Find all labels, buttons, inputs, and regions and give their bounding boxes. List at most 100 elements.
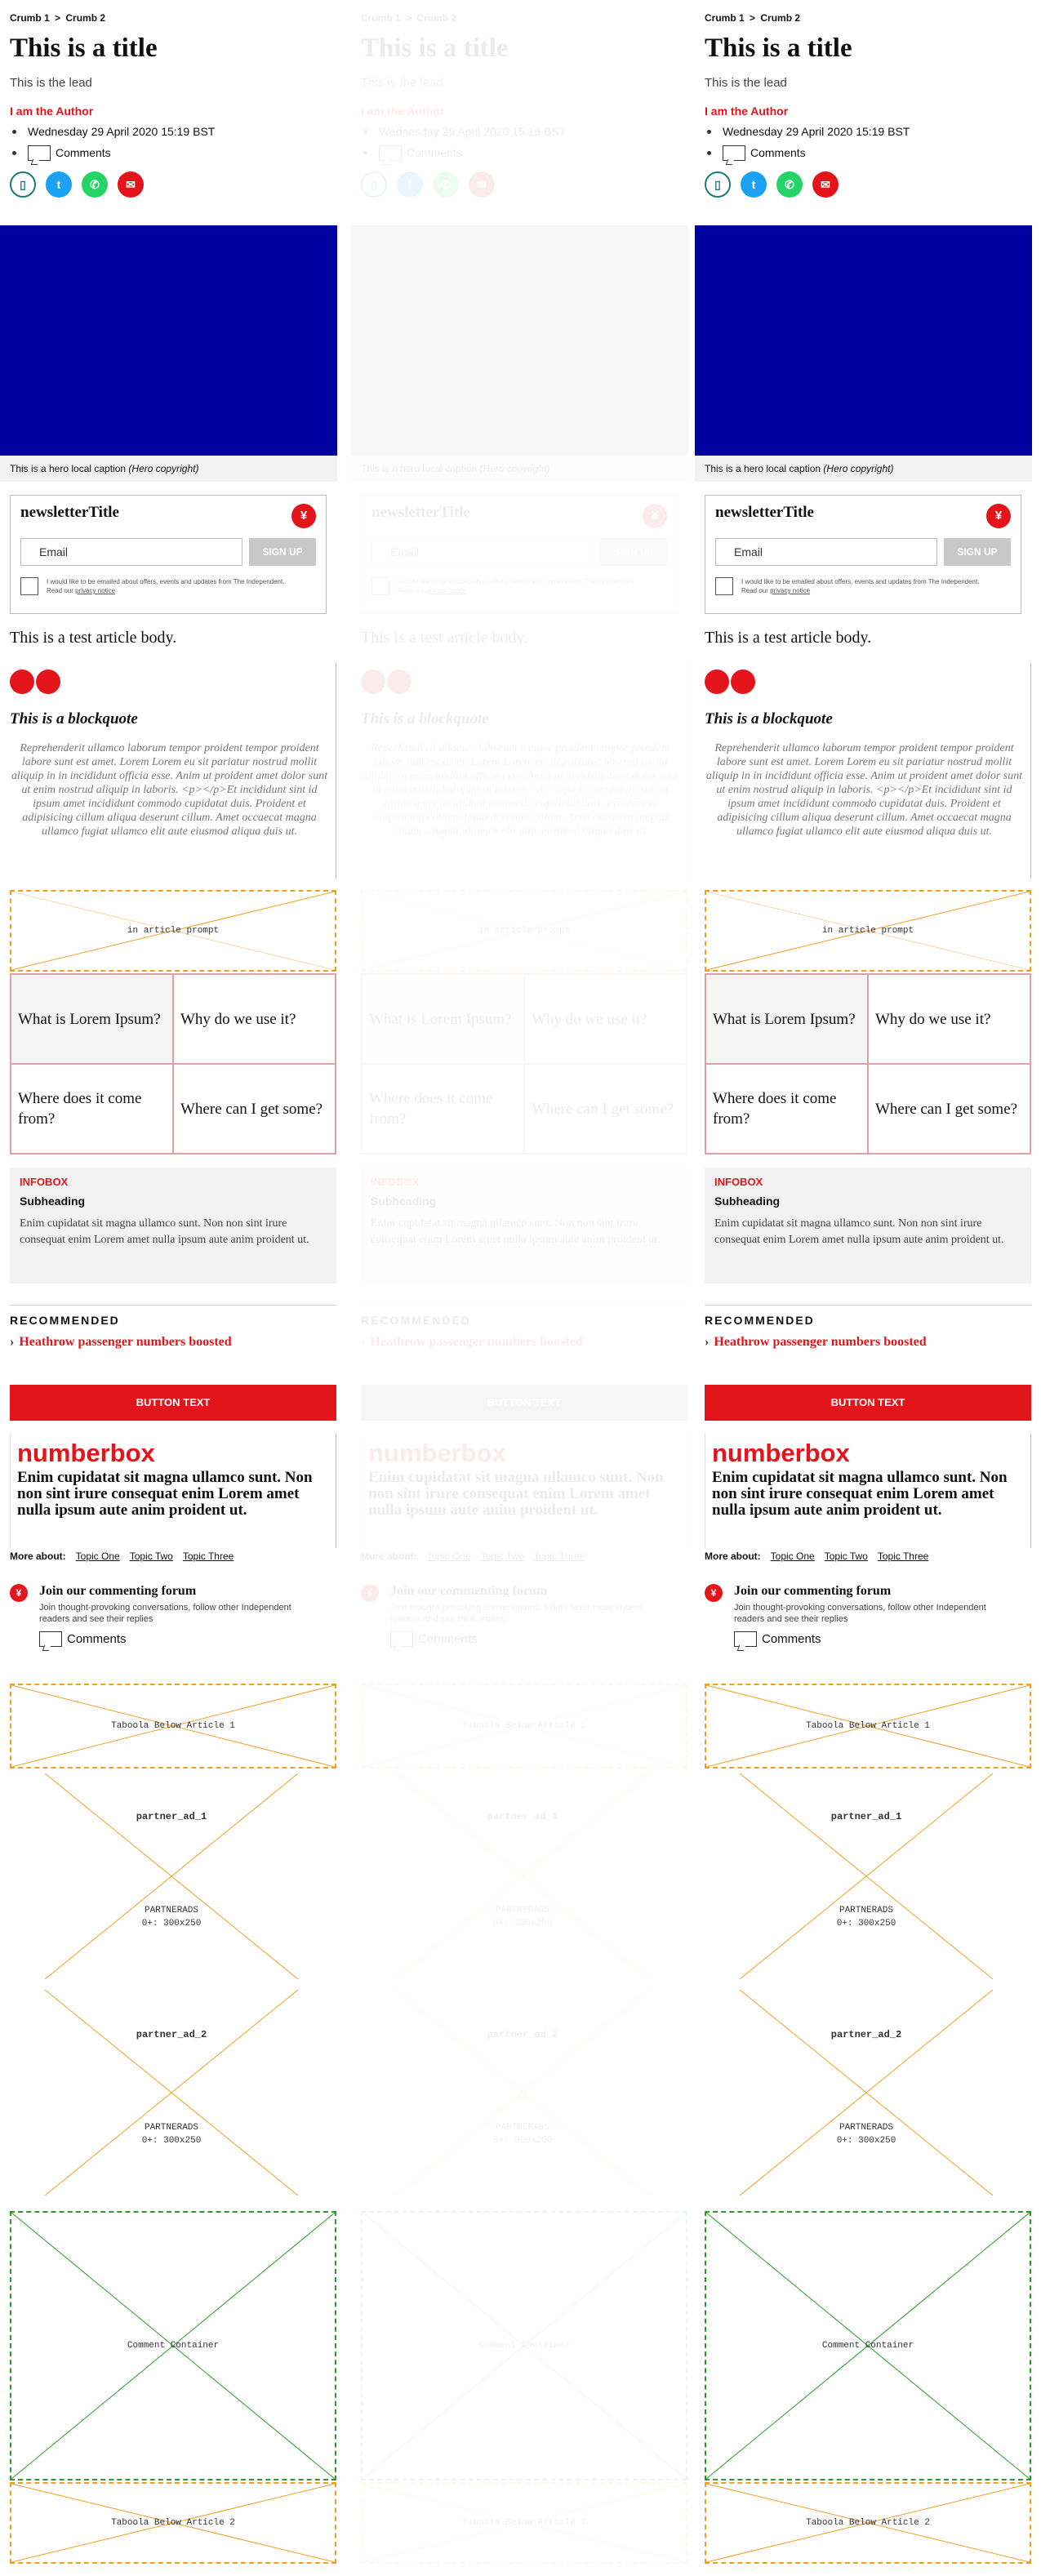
recommended-title: RECOMMENDED (10, 1314, 120, 1327)
topic-link[interactable]: Topic Three (878, 1550, 928, 1562)
faq-item[interactable]: Where does it come from? (362, 1064, 524, 1154)
whatsapp-icon[interactable]: ✆ (433, 171, 459, 198)
ad-label: partner_ad_1 (830, 1811, 902, 1822)
breadcrumb: Crumb 1 > Crumb 2 (361, 12, 678, 25)
forum-title[interactable]: Join our commenting forum (390, 1584, 687, 1599)
consent-checkbox[interactable] (715, 577, 733, 595)
recommended: RECOMMENDED › Heathrow passenger numbers … (361, 1305, 687, 1350)
forum-comments-link[interactable]: Comments (390, 1631, 687, 1647)
topic-link[interactable]: Topic One (771, 1550, 815, 1562)
whatsapp-icon[interactable]: ✆ (776, 171, 803, 198)
breadcrumb-item[interactable]: Crumb 2 (416, 12, 456, 24)
topic-link[interactable]: Topic Two (825, 1550, 868, 1562)
signup-button[interactable]: SIGN UP (944, 538, 1011, 566)
breadcrumb-item[interactable]: Crumb 1 (10, 12, 50, 24)
topic-link[interactable]: Topic Two (481, 1550, 524, 1562)
placeholder-label: Taboola Below Article 2 (111, 2518, 235, 2528)
privacy-link[interactable]: privacy notice (75, 587, 115, 594)
placeholder-label: Taboola Below Article 2 (462, 2518, 586, 2528)
cta-button[interactable]: BUTTON TEXT (10, 1385, 336, 1421)
ad-type-label: PARTNERADS (839, 1906, 893, 1915)
faq-item[interactable]: Where does it come from? (11, 1064, 173, 1154)
hero-image (0, 225, 337, 456)
bullet-icon (12, 129, 16, 134)
email-field[interactable]: Email (20, 538, 242, 566)
topic-link[interactable]: Topic One (76, 1550, 120, 1562)
placeholder-label: Taboola Below Article 1 (111, 1721, 235, 1731)
partner-ad-placeholder: partner_ad_1 PARTNERADS 0+: 300x250 (740, 1773, 993, 1979)
caption-text: This is a hero local caption (361, 463, 478, 474)
twitter-icon[interactable]: t (397, 171, 423, 198)
forum-title[interactable]: Join our commenting forum (39, 1584, 336, 1599)
breadcrumb-item[interactable]: Crumb 2 (760, 12, 800, 24)
twitter-icon[interactable]: t (741, 171, 767, 198)
ad-size-label: 0+: 300x250 (141, 2136, 202, 2146)
in-article-prompt-placeholder: in article prompt (361, 890, 687, 972)
consent-checkbox[interactable] (371, 577, 389, 595)
faq-item[interactable]: Why do we use it? (524, 974, 687, 1064)
numberbox: numberbox Enim cupidatat sit magna ullam… (10, 1434, 336, 1548)
page-title: This is a title (361, 33, 509, 63)
breadcrumb-item[interactable]: Crumb 1 (361, 12, 401, 24)
cta-button[interactable]: BUTTON TEXT (705, 1385, 1031, 1421)
comments-link[interactable]: Comments (10, 144, 327, 162)
recommended-link[interactable]: › Heathrow passenger numbers boosted (10, 1335, 336, 1350)
faq-item[interactable]: Why do we use it? (173, 974, 336, 1064)
topic-link[interactable]: Topic One (427, 1550, 471, 1562)
whatsapp-icon[interactable]: ✆ (82, 171, 108, 198)
author-link[interactable]: I am the Author (10, 105, 327, 119)
infobox-title: INFOBOX (714, 1176, 763, 1188)
faq-item[interactable]: Where can I get some? (173, 1064, 336, 1154)
comments-link[interactable]: Comments (705, 144, 1022, 162)
email-icon[interactable]: ✉ (118, 171, 144, 198)
privacy-link[interactable]: privacy notice (770, 587, 810, 594)
consent-text: I would like to be emailed about offers,… (47, 577, 291, 595)
placeholder-label: Comment Container (478, 2341, 571, 2351)
privacy-link[interactable]: privacy notice (426, 587, 466, 594)
numberbox-title: numberbox (368, 1439, 506, 1467)
caption-text: This is a hero local caption (10, 463, 127, 474)
faq-item[interactable]: What is Lorem Ipsum? (362, 974, 524, 1064)
faq-item[interactable]: What is Lorem Ipsum? (705, 974, 868, 1064)
topic-link[interactable]: Topic Two (130, 1550, 173, 1562)
commenting-forum: ¥ Join our commenting forum Join thought… (361, 1584, 687, 1647)
newsletter-title: newsletterTitle (20, 504, 119, 521)
faq-item[interactable]: What is Lorem Ipsum? (11, 974, 173, 1064)
cta-button[interactable]: BUTTON TEXT (361, 1385, 687, 1421)
bookmark-icon[interactable]: ▯ (361, 171, 387, 198)
forum-comments-link[interactable]: Comments (39, 1631, 336, 1647)
consent-checkbox[interactable] (20, 577, 38, 595)
blockquote: This is a blockquote Reprehenderit ullam… (705, 663, 1031, 879)
forum-comments-link[interactable]: Comments (734, 1631, 1031, 1647)
signup-button[interactable]: SIGN UP (249, 538, 316, 566)
faq-item[interactable]: Where does it come from? (705, 1064, 868, 1154)
signup-button[interactable]: SIGN UP (600, 538, 667, 566)
quote-icon (10, 670, 329, 704)
faq-item[interactable]: Why do we use it? (868, 974, 1030, 1064)
topic-link[interactable]: Topic Three (183, 1550, 234, 1562)
article-lead: This is the lead (361, 76, 443, 90)
breadcrumb-separator: > (406, 12, 412, 24)
bookmark-icon[interactable]: ▯ (10, 171, 36, 198)
faq-item[interactable]: Where can I get some? (524, 1064, 687, 1154)
faq-item[interactable]: Where can I get some? (868, 1064, 1030, 1154)
twitter-icon[interactable]: t (46, 171, 72, 198)
ad-type-label: PARTNERADS (495, 2123, 549, 2133)
author-link[interactable]: I am the Author (705, 105, 1022, 119)
recommended-link[interactable]: › Heathrow passenger numbers boosted (361, 1335, 687, 1350)
email-field[interactable]: Email (371, 538, 594, 566)
email-icon[interactable]: ✉ (469, 171, 495, 198)
email-icon[interactable]: ✉ (812, 171, 839, 198)
forum-title[interactable]: Join our commenting forum (734, 1584, 1031, 1599)
topic-link[interactable]: Topic Three (534, 1550, 585, 1562)
bookmark-icon[interactable]: ▯ (705, 171, 731, 198)
breadcrumb-item[interactable]: Crumb 2 (65, 12, 105, 24)
hero-caption: This is a hero local caption (Hero copyr… (695, 456, 1032, 482)
bullet-icon (707, 129, 711, 134)
comments-link[interactable]: Comments (361, 144, 678, 162)
email-field[interactable]: Email (715, 538, 937, 566)
recommended-link[interactable]: › Heathrow passenger numbers boosted (705, 1335, 1031, 1350)
hero-image (695, 225, 1032, 456)
author-link[interactable]: I am the Author (361, 105, 678, 119)
breadcrumb-item[interactable]: Crumb 1 (705, 12, 745, 24)
